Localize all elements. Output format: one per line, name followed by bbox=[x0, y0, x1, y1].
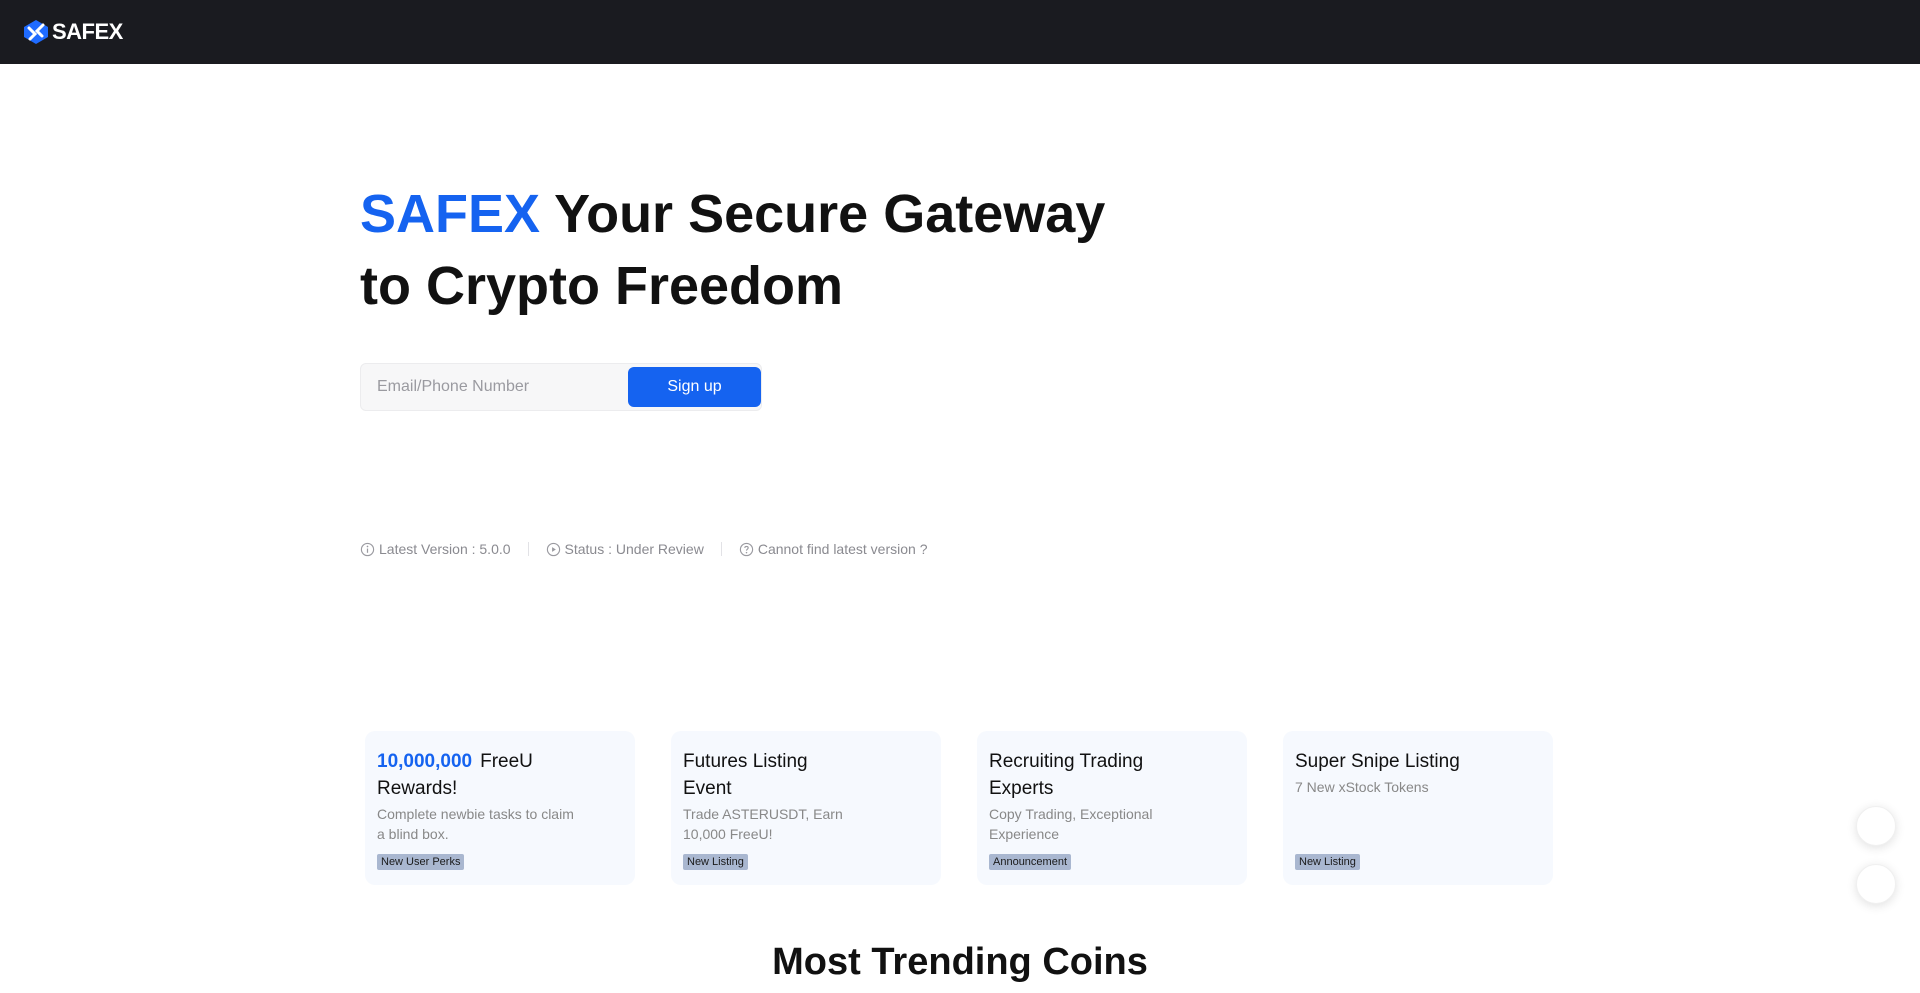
card-description: Complete newbie tasks to claim a blind b… bbox=[377, 806, 574, 842]
card-title-text: Recruiting Trading Experts bbox=[989, 751, 1144, 799]
divider bbox=[720, 542, 722, 556]
cannot-find-version-text: Cannot find latest version ? bbox=[757, 541, 928, 557]
card-description: Trade ASTERUSDT, Earn 10,000 FreeU! bbox=[683, 806, 843, 842]
card-title-text: Super Snipe Listing bbox=[1295, 751, 1460, 772]
status-item: Status : Under Review bbox=[546, 541, 704, 557]
status-text: Status : Under Review bbox=[564, 541, 704, 557]
promo-card[interactable]: Super Snipe Listing 7 New xStock Tokens … bbox=[1283, 731, 1553, 885]
promo-card[interactable]: 10,000,000 FreeU Rewards! Complete newbie… bbox=[365, 731, 635, 885]
trending-coins-title: Most Trending Coins bbox=[772, 941, 1148, 983]
email-phone-input[interactable] bbox=[361, 364, 623, 410]
card-badge: New User Perks bbox=[377, 854, 465, 870]
card-description: Copy Trading, Exceptional Experience bbox=[989, 806, 1153, 842]
play-circle-icon bbox=[546, 542, 560, 556]
divider bbox=[527, 542, 529, 556]
version-info-row: Latest Version : 5.0.0 Status : Under Re… bbox=[360, 539, 927, 559]
hero-brand: SAFEX bbox=[360, 184, 541, 244]
card-title: 10,000,000 FreeU Rewards! bbox=[377, 748, 567, 802]
latest-version-item: Latest Version : 5.0.0 bbox=[360, 541, 511, 557]
latest-version-text: Latest Version : 5.0.0 bbox=[379, 541, 511, 557]
card-title-text: Futures Listing Event bbox=[683, 751, 808, 799]
support-button[interactable] bbox=[1856, 806, 1896, 846]
logo[interactable]: SAFEX bbox=[23, 18, 123, 46]
promo-card[interactable]: Futures Listing Event Trade ASTERUSDT, E… bbox=[671, 731, 941, 885]
logo-text: SAFEX bbox=[52, 19, 123, 44]
card-badge: New Listing bbox=[683, 854, 748, 870]
promo-card[interactable]: Recruiting Trading Experts Copy Trading,… bbox=[977, 731, 1247, 885]
card-badge: New Listing bbox=[1295, 854, 1360, 870]
sign-up-button[interactable]: Sign up bbox=[628, 367, 761, 407]
card-badge: Announcement bbox=[989, 854, 1071, 870]
signup-form: Sign up bbox=[360, 363, 762, 411]
promo-cards: 10,000,000 FreeU Rewards! Complete newbie… bbox=[365, 731, 1555, 885]
card-title: Futures Listing Event bbox=[683, 748, 823, 802]
info-circle-icon bbox=[360, 542, 375, 556]
top-nav-bar: SAFEX bbox=[0, 0, 1920, 64]
card-title: Super Snipe Listing bbox=[1295, 748, 1485, 775]
card-highlight: 10,000,000 bbox=[377, 751, 473, 772]
scroll-button[interactable] bbox=[1856, 864, 1896, 904]
card-description: 7 New xStock Tokens bbox=[1295, 779, 1429, 795]
safex-logo-icon bbox=[24, 20, 48, 44]
hero-title: SAFEX Your Secure Gateway to Crypto Free… bbox=[360, 178, 1120, 322]
cannot-find-version-link[interactable]: Cannot find latest version ? bbox=[739, 541, 928, 557]
question-circle-icon bbox=[739, 542, 753, 556]
card-title: Recruiting Trading Experts bbox=[989, 748, 1179, 802]
